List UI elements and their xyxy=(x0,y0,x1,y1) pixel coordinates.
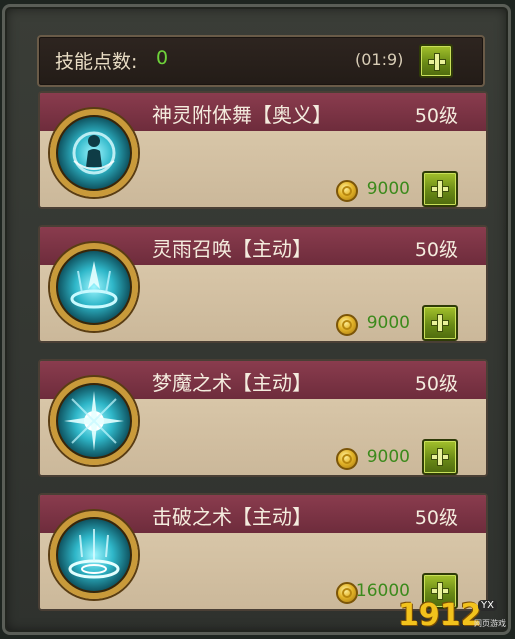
skill-points-value: 0 xyxy=(156,47,169,69)
skill-name: 神灵附体舞【奥义】 xyxy=(152,103,332,127)
skill-level: 50级 xyxy=(414,507,458,529)
spirit-dance-icon[interactable] xyxy=(50,109,138,197)
skill-name: 击破之术【主动】 xyxy=(152,505,312,529)
gold-coin-icon xyxy=(336,180,358,202)
spirit-rain-icon[interactable] xyxy=(50,243,138,331)
break-ripple-icon[interactable] xyxy=(50,511,138,599)
skill-level: 50级 xyxy=(414,373,458,395)
nightmare-burst-icon[interactable] xyxy=(50,377,138,465)
upgrade-skill-button[interactable] xyxy=(422,305,458,341)
upgrade-cost: 9000 xyxy=(366,447,410,467)
upgrade-cost: 9000 xyxy=(366,313,410,333)
watermark-sub: 网页游戏 xyxy=(474,619,506,628)
skill-card: 灵雨召唤【主动】 50级 9000 xyxy=(38,225,488,343)
site-watermark: 1912 YX 网页游戏 xyxy=(398,598,514,638)
upgrade-cost: 9000 xyxy=(366,179,410,199)
watermark-badge: YX xyxy=(478,600,497,611)
skill-points-bar: 技能点数: 0 (01:9) xyxy=(37,35,485,87)
skill-name: 梦魔之术【主动】 xyxy=(152,371,312,395)
gold-coin-icon xyxy=(336,314,358,336)
upgrade-skill-button[interactable] xyxy=(422,171,458,207)
skill-panel: 技能点数: 0 (01:9) 神灵附体舞【奥义】 50级 9000 灵雨召唤【主… xyxy=(2,4,511,635)
add-skill-points-button[interactable] xyxy=(419,44,453,78)
skill-points-label: 技能点数: xyxy=(55,51,138,73)
upgrade-skill-button[interactable] xyxy=(422,439,458,475)
watermark-logo: 1912 xyxy=(398,598,482,633)
skill-card: 神灵附体舞【奥义】 50级 9000 xyxy=(38,91,488,209)
skill-card: 击破之术【主动】 50级 16000 xyxy=(38,493,488,611)
skill-points-timer: (01:9) xyxy=(355,50,404,69)
skill-level: 50级 xyxy=(414,105,458,127)
skill-level: 50级 xyxy=(414,239,458,261)
gold-coin-icon xyxy=(336,448,358,470)
skill-card: 梦魔之术【主动】 50级 9000 xyxy=(38,359,488,477)
skill-name: 灵雨召唤【主动】 xyxy=(152,237,312,261)
gold-coin-icon xyxy=(336,582,358,604)
